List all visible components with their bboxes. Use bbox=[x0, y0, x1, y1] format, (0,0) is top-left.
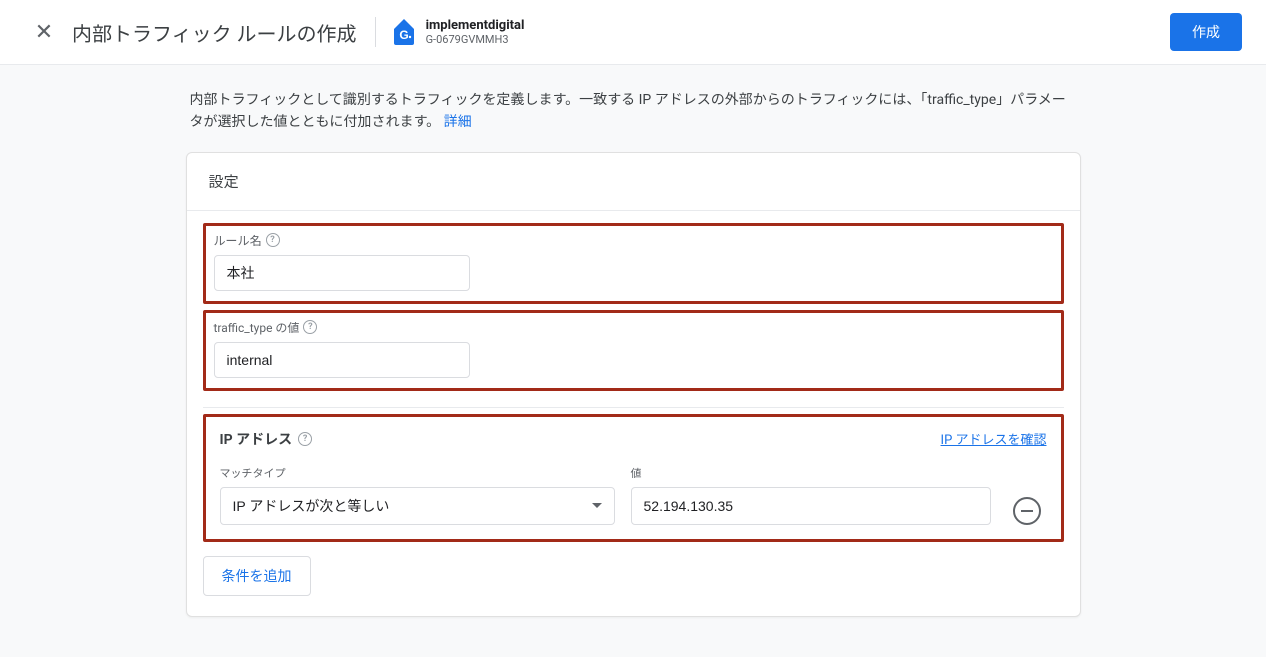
ip-condition-row: マッチタイプ IP アドレスが次と等しい 値 bbox=[220, 465, 1047, 525]
close-button[interactable]: ✕ bbox=[24, 12, 64, 52]
match-type-select[interactable]: IP アドレスが次と等しい bbox=[220, 487, 615, 525]
traffic-type-label: traffic_type の値 ? bbox=[214, 319, 1053, 336]
property-info: G implementdigital G-0679GVMMH3 bbox=[392, 17, 525, 47]
match-type-label: マッチタイプ bbox=[220, 465, 615, 481]
learn-more-link[interactable]: 詳細 bbox=[444, 114, 472, 130]
page-header: ✕ 内部トラフィック ルールの作成 G implementdigital G-0… bbox=[0, 0, 1266, 65]
traffic-type-input[interactable] bbox=[214, 342, 470, 378]
ip-address-section: IP アドレス ? IP アドレスを確認 マッチタイプ IP アドレスが次と等し… bbox=[203, 414, 1064, 542]
main-content: 内部トラフィックとして識別するトラフィックを定義します。一致する IP アドレス… bbox=[0, 65, 1266, 657]
settings-card-body: ルール名 ? traffic_type の値 ? IP アドレス ? bbox=[187, 211, 1080, 616]
property-name: implementdigital bbox=[426, 18, 525, 34]
remove-condition-button[interactable] bbox=[1013, 497, 1041, 525]
settings-card: 設定 ルール名 ? traffic_type の値 ? bbox=[186, 152, 1081, 617]
match-type-column: マッチタイプ IP アドレスが次と等しい bbox=[220, 465, 615, 525]
rule-name-group: ルール名 ? bbox=[203, 223, 1064, 304]
description-text: 内部トラフィックとして識別するトラフィックを定義します。一致する IP アドレス… bbox=[186, 89, 1081, 134]
create-button[interactable]: 作成 bbox=[1170, 13, 1242, 51]
minus-icon bbox=[1021, 510, 1033, 512]
property-tag-icon: G bbox=[392, 17, 416, 47]
property-id: G-0679GVMMH3 bbox=[426, 33, 525, 46]
page-title: 内部トラフィック ルールの作成 bbox=[72, 18, 373, 47]
value-column: 値 bbox=[631, 465, 991, 525]
divider bbox=[375, 17, 376, 47]
settings-section-title: 設定 bbox=[187, 153, 1080, 211]
remove-column bbox=[1007, 497, 1047, 525]
help-icon[interactable]: ? bbox=[266, 233, 280, 247]
add-condition-button[interactable]: 条件を追加 bbox=[203, 556, 311, 596]
check-ip-link[interactable]: IP アドレスを確認 bbox=[941, 429, 1047, 448]
value-label: 値 bbox=[631, 465, 991, 481]
match-type-value: IP アドレスが次と等しい bbox=[233, 496, 390, 516]
svg-text:G: G bbox=[399, 28, 408, 42]
help-icon[interactable]: ? bbox=[298, 432, 312, 446]
ip-value-input[interactable] bbox=[631, 487, 991, 525]
rule-name-input[interactable] bbox=[214, 255, 470, 291]
description-body: 内部トラフィックとして識別するトラフィックを定義します。一致する IP アドレス… bbox=[190, 92, 1066, 130]
ip-header-row: IP アドレス ? IP アドレスを確認 bbox=[220, 429, 1047, 449]
chevron-down-icon bbox=[592, 503, 602, 508]
section-divider bbox=[203, 407, 1064, 408]
help-icon[interactable]: ? bbox=[303, 320, 317, 334]
close-icon: ✕ bbox=[35, 19, 53, 45]
rule-name-label: ルール名 ? bbox=[214, 232, 1053, 249]
property-text: implementdigital G-0679GVMMH3 bbox=[426, 18, 525, 47]
traffic-type-group: traffic_type の値 ? bbox=[203, 310, 1064, 391]
ip-section-title: IP アドレス ? bbox=[220, 429, 313, 449]
